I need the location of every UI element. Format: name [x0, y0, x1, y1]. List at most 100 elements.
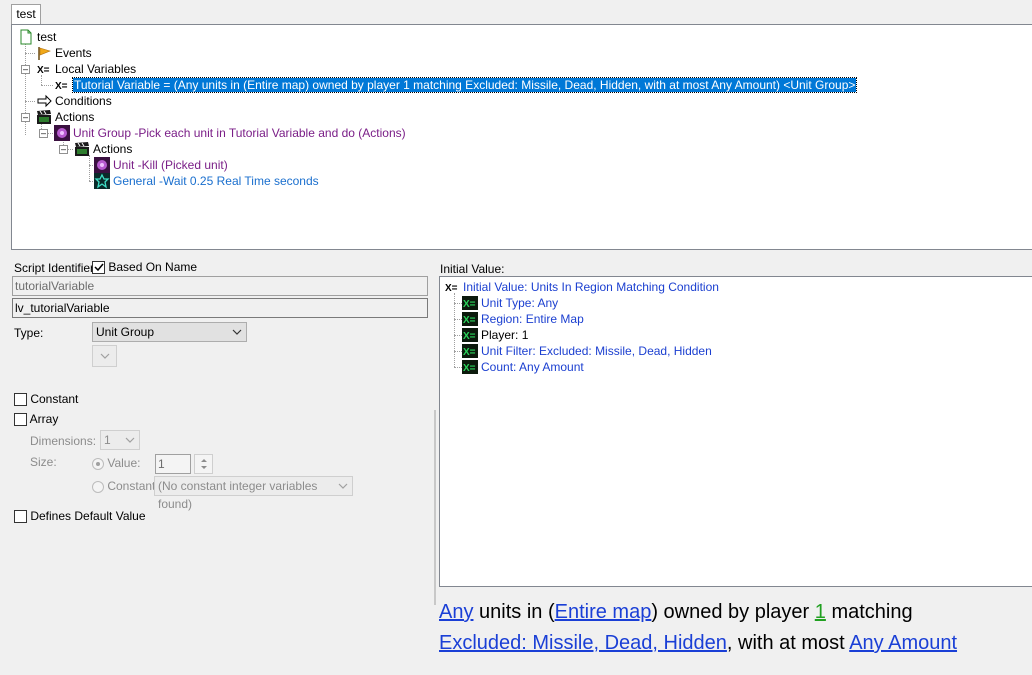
desc-text-4: , with at most — [726, 632, 850, 654]
desc-text-2: ) owned by player — [651, 601, 815, 623]
param-name: Count: — [481, 360, 517, 374]
tree-events[interactable]: Events — [36, 45, 92, 61]
dimensions-value: 1 — [104, 433, 111, 447]
param-value[interactable]: 1 — [522, 328, 529, 342]
constant-radio[interactable]: Constant: — [92, 479, 159, 493]
collapse-sub-actions[interactable]: – — [59, 145, 68, 154]
size-label: Size: — [30, 455, 57, 469]
variable-icon: X= — [54, 77, 70, 93]
tree-wait-action[interactable]: General -Wait 0.25 Real Time seconds — [94, 173, 319, 189]
clapperboard-icon — [36, 109, 52, 125]
value-radio-label: Value: — [107, 456, 141, 470]
chevron-down-icon — [125, 431, 135, 454]
document-icon — [18, 29, 34, 45]
link-player[interactable]: 1 — [815, 601, 826, 623]
param-value[interactable]: Entire Map — [526, 312, 584, 326]
initial-value-param[interactable]: X= Unit Type: Any — [454, 295, 558, 311]
vertical-splitter[interactable] — [434, 410, 436, 605]
tree-sub-actions[interactable]: Actions — [74, 141, 132, 157]
constant-checkbox[interactable]: Constant — [14, 392, 79, 407]
tree-root-label: test — [37, 30, 57, 44]
parameter-icon: X= — [462, 311, 478, 327]
script-identifier-label: Script Identifier: — [14, 261, 98, 275]
checkbox-box[interactable] — [14, 510, 27, 524]
horizontal-splitter[interactable] — [11, 252, 1032, 256]
radio-button[interactable] — [92, 457, 104, 470]
initial-value-param[interactable]: X= Unit Filter: Excluded: Missile, Dead, … — [454, 343, 712, 359]
chevron-down-icon — [232, 323, 242, 346]
link-unit-filter[interactable]: Excluded: Missile, Dead, Hidden — [439, 632, 727, 654]
tree-tutorial-variable[interactable]: X= Tutorial Variable = (Any units in (En… — [54, 77, 858, 93]
size-value-input[interactable]: 1 — [155, 454, 191, 474]
trigger-tree[interactable]: test Events – X= Local Variables X= Tuto… — [11, 24, 1032, 250]
type-value: Unit Group — [96, 325, 155, 339]
param-value[interactable]: Any Amount — [519, 360, 584, 374]
param-value[interactable]: Any — [537, 296, 558, 310]
desc-text-3: matching — [825, 601, 913, 623]
based-on-name-checkbox[interactable]: Based On Name — [92, 260, 198, 275]
size-spinner[interactable] — [194, 454, 213, 474]
collapse-actions[interactable]: – — [21, 113, 30, 122]
unit-group-label: Unit Group -Pick each unit in Tutorial V… — [73, 126, 406, 140]
constant-label: Constant — [30, 392, 79, 406]
events-label: Events — [55, 46, 92, 60]
initial-value-root[interactable]: X= Initial Value: Units In Region Matchi… — [444, 279, 719, 295]
type-dropdown[interactable]: Unit Group — [92, 322, 247, 342]
wait-action-label: General -Wait 0.25 Real Time seconds — [113, 174, 319, 188]
link-any[interactable]: Any — [439, 601, 473, 623]
initial-value-tree[interactable]: X= Initial Value: Units In Region Matchi… — [439, 276, 1032, 587]
based-on-name-label: Based On Name — [108, 260, 198, 274]
radio-button[interactable] — [92, 480, 104, 493]
initial-value-label: Initial Value: — [440, 262, 505, 276]
svg-text:X=: X= — [55, 81, 68, 92]
identifier-field[interactable]: tutorialVariable — [12, 276, 428, 296]
array-checkbox[interactable]: Array — [14, 412, 58, 427]
initial-value-param[interactable]: X= Player: 1 — [454, 327, 529, 343]
svg-text:X=: X= — [463, 347, 476, 358]
tutorial-variable-label: Tutorial Variable = (Any units in (Entir… — [71, 77, 858, 93]
param-value[interactable]: Excluded: Missile, Dead, Hidden — [539, 344, 712, 358]
tree-actions[interactable]: Actions — [36, 109, 94, 125]
link-entire-map[interactable]: Entire map — [555, 601, 652, 623]
constant-dropdown[interactable]: (No constant integer variables found) — [154, 476, 353, 511]
tab-test[interactable]: test — [11, 4, 41, 24]
initial-value-root-label: Initial Value: Units In Region Matching … — [463, 280, 719, 294]
full-identifier-field[interactable]: lv_tutorialVariable — [12, 298, 428, 318]
dimensions-dropdown[interactable]: 1 — [100, 430, 140, 450]
defines-default-checkbox[interactable]: Defines Default Value — [14, 509, 146, 524]
tree-root[interactable]: test — [18, 29, 56, 45]
tree-conditions[interactable]: Conditions — [36, 93, 112, 109]
svg-text:X=: X= — [463, 363, 476, 374]
constant-radio-label: Constant: — [107, 479, 159, 493]
initial-value-param[interactable]: X= Count: Any Amount — [454, 359, 584, 375]
chevron-down-icon — [100, 347, 110, 370]
sub-actions-label: Actions — [93, 142, 133, 156]
actions-label: Actions — [55, 110, 95, 124]
unit-icon — [94, 157, 110, 173]
collapse-unit-group[interactable]: – — [39, 129, 48, 138]
tree-local-variables[interactable]: X= Local Variables — [36, 61, 136, 77]
variable-icon: X= — [36, 61, 52, 77]
collapse-local-variables[interactable]: – — [21, 65, 30, 74]
parameter-icon: X= — [462, 327, 478, 343]
tree-unit-group-action[interactable]: Unit Group -Pick each unit in Tutorial V… — [54, 125, 406, 141]
subtype-dropdown[interactable] — [92, 345, 117, 367]
description-text: Any units in (Entire map) owned by playe… — [439, 597, 1032, 659]
general-icon — [94, 173, 110, 189]
tree-kill-action[interactable]: Unit -Kill (Picked unit) — [94, 157, 228, 173]
arrow-right-icon — [36, 93, 52, 109]
initial-value-param[interactable]: X= Region: Entire Map — [454, 311, 584, 327]
checkbox-box[interactable] — [14, 413, 27, 427]
dimensions-label: Dimensions: — [30, 434, 97, 448]
variable-icon: X= — [444, 279, 460, 295]
svg-text:X=: X= — [463, 331, 476, 342]
checkbox-box[interactable] — [14, 393, 27, 407]
value-radio[interactable]: Value: — [92, 456, 140, 470]
parameter-icon: X= — [462, 295, 478, 311]
parameter-icon: X= — [462, 359, 478, 375]
checkbox-box[interactable] — [92, 261, 105, 275]
defines-default-label: Defines Default Value — [30, 509, 146, 523]
unit-icon — [54, 125, 70, 141]
constant-dropdown-value: (No constant integer variables found) — [158, 479, 318, 511]
link-count[interactable]: Any Amount — [849, 632, 957, 654]
